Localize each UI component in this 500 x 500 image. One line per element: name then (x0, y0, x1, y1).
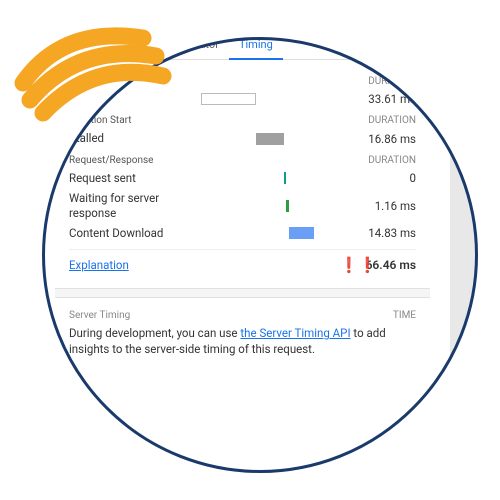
request-sent-row: Request sent 0 (69, 168, 416, 188)
stalled-row: Stalled 16.86 ms (69, 128, 416, 148)
download-label: Content Download (69, 226, 201, 240)
server-timing-description: During development, you can use the Serv… (69, 325, 416, 377)
waiting-value: 1.16 ms (356, 199, 416, 213)
download-row: Content Download 14.83 ms (69, 223, 416, 243)
queueing-row: eing 33.61 ms (69, 89, 416, 109)
divider (55, 288, 430, 298)
request-header: Request/Response DURATION (69, 149, 416, 168)
background-label: psule (462, 155, 488, 168)
total-row: Explanation ❗❗ 66.46 ms (69, 249, 416, 280)
stalled-label: Stalled (69, 131, 201, 145)
tab-bar: view Response Initiator Timing (55, 31, 430, 60)
server-desc-pre: During development, you can use (69, 326, 240, 340)
waiting-chart (201, 199, 356, 213)
connection-header: nnection Start DURATION (69, 109, 416, 128)
scheduling-header: cheduling DURATION (69, 70, 416, 89)
duration-header: DURATION (368, 76, 416, 87)
tab-timing[interactable]: Timing (229, 31, 283, 60)
tab-response[interactable]: Response (103, 31, 171, 59)
waiting-row: Waiting for server response 1.16 ms (69, 188, 416, 223)
request-label: Request/Response (69, 155, 153, 166)
request-sent-bar (284, 172, 286, 184)
tab-preview[interactable]: view (61, 31, 103, 59)
background-sidebar (450, 0, 500, 500)
explanation-link[interactable]: Explanation (69, 258, 129, 272)
queueing-chart (201, 92, 356, 106)
download-chart (201, 226, 356, 240)
request-sent-value: 0 (356, 171, 416, 185)
queueing-label: eing (69, 92, 201, 106)
server-timing-label: Server Timing (69, 310, 130, 321)
time-header: TIME (393, 310, 416, 321)
timing-section: cheduling DURATION eing 33.61 ms nnectio… (55, 60, 430, 379)
request-sent-label: Request sent (69, 171, 201, 185)
queueing-bar (201, 93, 256, 105)
server-timing-header: Server Timing TIME (69, 306, 416, 325)
server-timing-api-link[interactable]: the Server Timing API (240, 326, 350, 340)
stalled-bar (256, 133, 284, 145)
cookie-notice: locked response cooki (55, 10, 430, 31)
duration-header: DURATION (368, 115, 416, 126)
connection-label: nnection Start (69, 115, 132, 126)
alert-icon: ❗❗ (340, 256, 377, 274)
scheduling-label: cheduling (69, 76, 112, 87)
download-value: 14.83 ms (356, 226, 416, 240)
download-bar (289, 227, 314, 239)
devtools-panel: locked response cooki view Response Init… (55, 10, 430, 379)
stalled-chart (201, 132, 356, 146)
stalled-value: 16.86 ms (356, 132, 416, 146)
total-value: ❗❗ 66.46 ms (366, 258, 416, 272)
tab-initiator[interactable]: Initiator (171, 31, 229, 59)
waiting-label: Waiting for server response (69, 191, 201, 220)
duration-header: DURATION (368, 155, 416, 166)
request-sent-chart (201, 171, 356, 185)
waiting-bar (286, 200, 289, 212)
queueing-value: 33.61 ms (356, 92, 416, 106)
